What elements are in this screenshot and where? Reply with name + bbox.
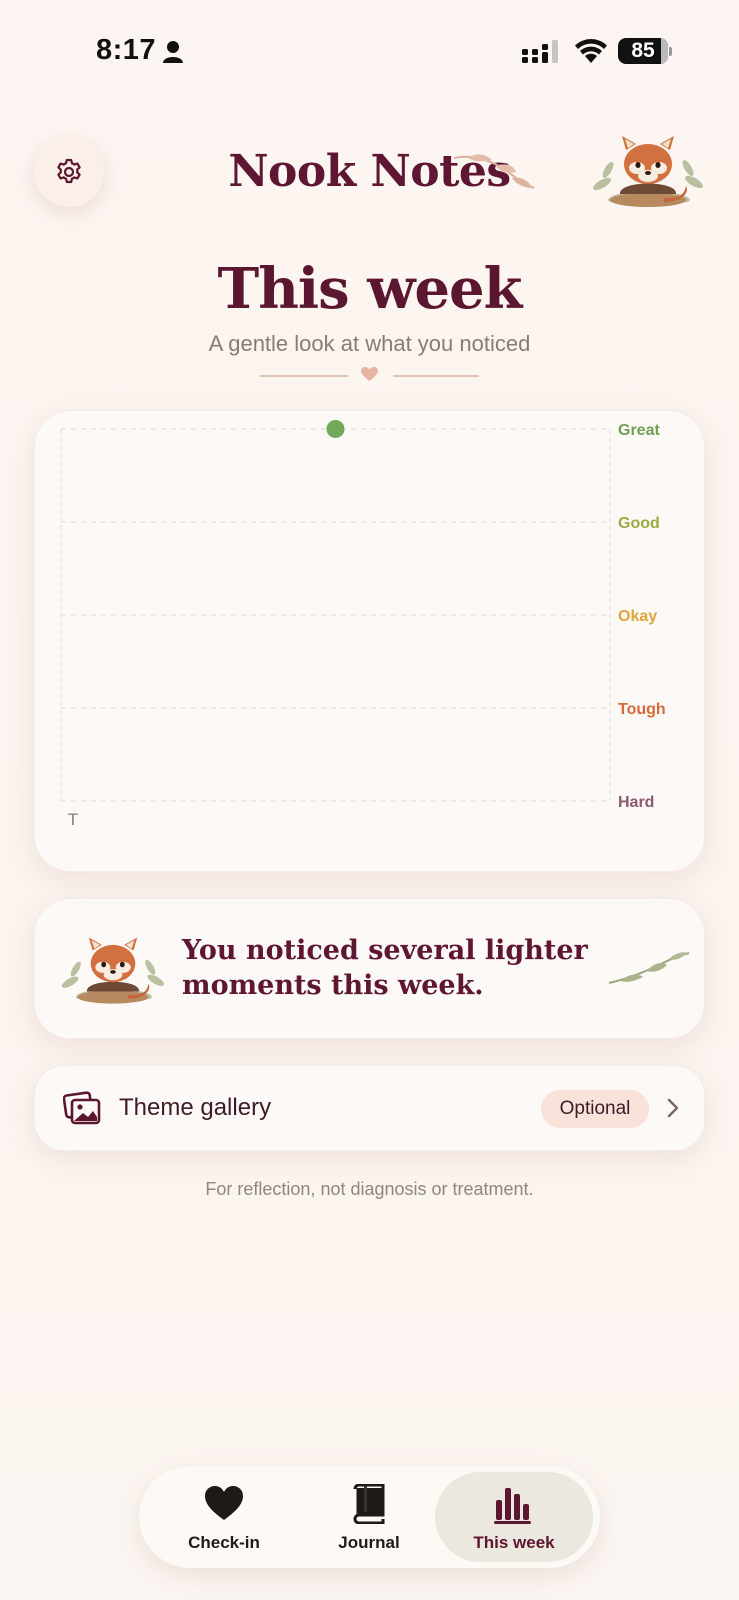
leaf-decoration-icon xyxy=(608,952,690,984)
leaf-decoration-icon xyxy=(453,154,535,189)
wifi-icon xyxy=(575,39,607,63)
disclaimer-text: For reflection, not diagnosis or treatme… xyxy=(205,1179,534,1199)
tab-bar: Check-in Journal This week xyxy=(139,1466,600,1568)
chevron-right-icon xyxy=(667,1098,679,1118)
theme-gallery-label: Theme gallery xyxy=(119,1094,272,1121)
y-tick-label: Hard xyxy=(618,794,654,811)
book-icon xyxy=(353,1484,385,1524)
theme-gallery-row[interactable]: Theme gallery Optional xyxy=(34,1065,705,1151)
divider-right xyxy=(393,375,479,377)
divider-left xyxy=(260,375,348,377)
page-title: This week xyxy=(217,256,523,322)
x-tick-label: T xyxy=(68,810,78,829)
insight-text: You noticed several lighter moments this… xyxy=(182,935,588,1001)
battery-cap xyxy=(669,47,672,56)
battery-percent: 85 xyxy=(631,39,655,62)
tab-journal[interactable]: Journal xyxy=(290,1472,448,1562)
battery-indicator: 85 xyxy=(618,38,672,64)
y-tick-label: Good xyxy=(618,515,660,532)
red-panda-mascot-icon xyxy=(61,937,165,1004)
cellular-signal-icon xyxy=(522,40,558,63)
person-icon xyxy=(163,41,183,63)
y-tick-label: Great xyxy=(618,422,660,439)
screen: 8:17 85 Nook Notes This week A gentle lo… xyxy=(0,0,739,1600)
gallery-icon xyxy=(63,1091,101,1125)
tab-label: Journal xyxy=(338,1533,400,1552)
mood-data-point xyxy=(326,420,345,438)
page-subtitle: A gentle look at what you noticed xyxy=(208,331,531,356)
battery-empty-segment xyxy=(661,38,668,64)
heart-icon xyxy=(205,1486,243,1520)
tab-label: This week xyxy=(473,1533,555,1552)
mood-chart: Hard Tough Okay Good Great T xyxy=(60,420,666,829)
heart-divider-icon xyxy=(361,367,378,381)
tab-check-in[interactable]: Check-in xyxy=(145,1472,303,1562)
tab-label: Check-in xyxy=(188,1533,260,1552)
status-time: 8:17 xyxy=(96,34,157,66)
mood-chart-card: Hard Tough Okay Good Great T xyxy=(34,410,705,872)
insight-card: You noticed several lighter moments this… xyxy=(34,898,705,1039)
tab-this-week[interactable]: This week xyxy=(435,1472,593,1562)
y-tick-label: Okay xyxy=(618,608,657,625)
battery-level: 85 xyxy=(618,38,668,64)
red-panda-mascot-icon xyxy=(593,136,703,207)
bar-chart-icon xyxy=(494,1488,531,1524)
y-tick-label: Tough xyxy=(618,701,666,718)
optional-badge: Optional xyxy=(541,1090,649,1128)
